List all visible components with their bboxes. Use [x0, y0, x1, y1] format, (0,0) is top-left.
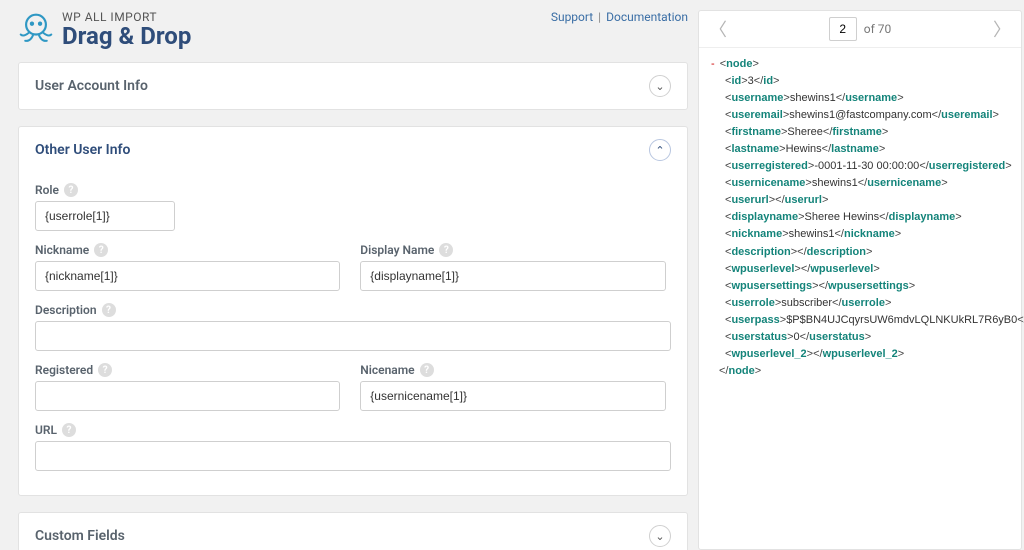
nicename-label: Nicename [360, 363, 414, 377]
support-link[interactable]: Support [551, 10, 593, 24]
panel-custom-fields: Custom Fields ⌄ [18, 512, 688, 550]
help-icon[interactable]: ? [439, 243, 453, 257]
xml-preview-pane: 〈 of 70 〉 - <node><id>3</id><username>sh… [698, 10, 1022, 550]
panel-other-user-info: Other User Info ⌃ Role? Nickname? [18, 126, 688, 496]
chevron-up-icon[interactable]: ⌃ [649, 139, 671, 161]
help-icon[interactable]: ? [64, 183, 78, 197]
help-icon[interactable]: ? [62, 423, 76, 437]
docs-link[interactable]: Documentation [606, 10, 688, 24]
registered-label: Registered [35, 363, 93, 377]
panel-head-custom[interactable]: Custom Fields ⌄ [19, 513, 687, 550]
role-input[interactable] [35, 201, 175, 231]
url-label: URL [35, 423, 57, 437]
help-icon[interactable]: ? [98, 363, 112, 377]
top-links: Support | Documentation [551, 10, 688, 24]
octopus-icon [18, 10, 54, 50]
registered-input[interactable] [35, 381, 340, 411]
panel-user-account-info: User Account Info ⌄ [18, 62, 688, 110]
page-total-label: of 70 [864, 22, 891, 36]
description-label: Description [35, 303, 97, 317]
panel-head-other[interactable]: Other User Info ⌃ [19, 127, 687, 173]
description-input[interactable] [35, 321, 671, 351]
help-icon[interactable]: ? [102, 303, 116, 317]
nicename-input[interactable] [360, 381, 665, 411]
panel-title-account: User Account Info [35, 78, 148, 94]
nickname-label: Nickname [35, 243, 89, 257]
help-icon[interactable]: ? [94, 243, 108, 257]
separator: | [598, 10, 601, 24]
pager: of 70 [829, 17, 891, 41]
panel-title-other: Other User Info [35, 142, 130, 158]
brand: WP ALL IMPORT Drag & Drop [18, 10, 191, 50]
display-name-input[interactable] [360, 261, 665, 291]
role-label: Role [35, 183, 59, 197]
page-number-input[interactable] [829, 17, 857, 41]
panel-head-account[interactable]: User Account Info ⌄ [19, 63, 687, 109]
prev-record-button[interactable]: 〈 [709, 18, 727, 40]
url-input[interactable] [35, 441, 671, 471]
chevron-down-icon[interactable]: ⌄ [649, 75, 671, 97]
chevron-down-icon[interactable]: ⌄ [649, 525, 671, 547]
nickname-input[interactable] [35, 261, 340, 291]
next-record-button[interactable]: 〉 [993, 18, 1011, 40]
panel-title-custom: Custom Fields [35, 528, 125, 544]
help-icon[interactable]: ? [420, 363, 434, 377]
xml-tree: - <node><id>3</id><username>shewins1</us… [699, 48, 1021, 392]
brand-title: Drag & Drop [62, 24, 191, 49]
display-name-label: Display Name [360, 243, 434, 257]
